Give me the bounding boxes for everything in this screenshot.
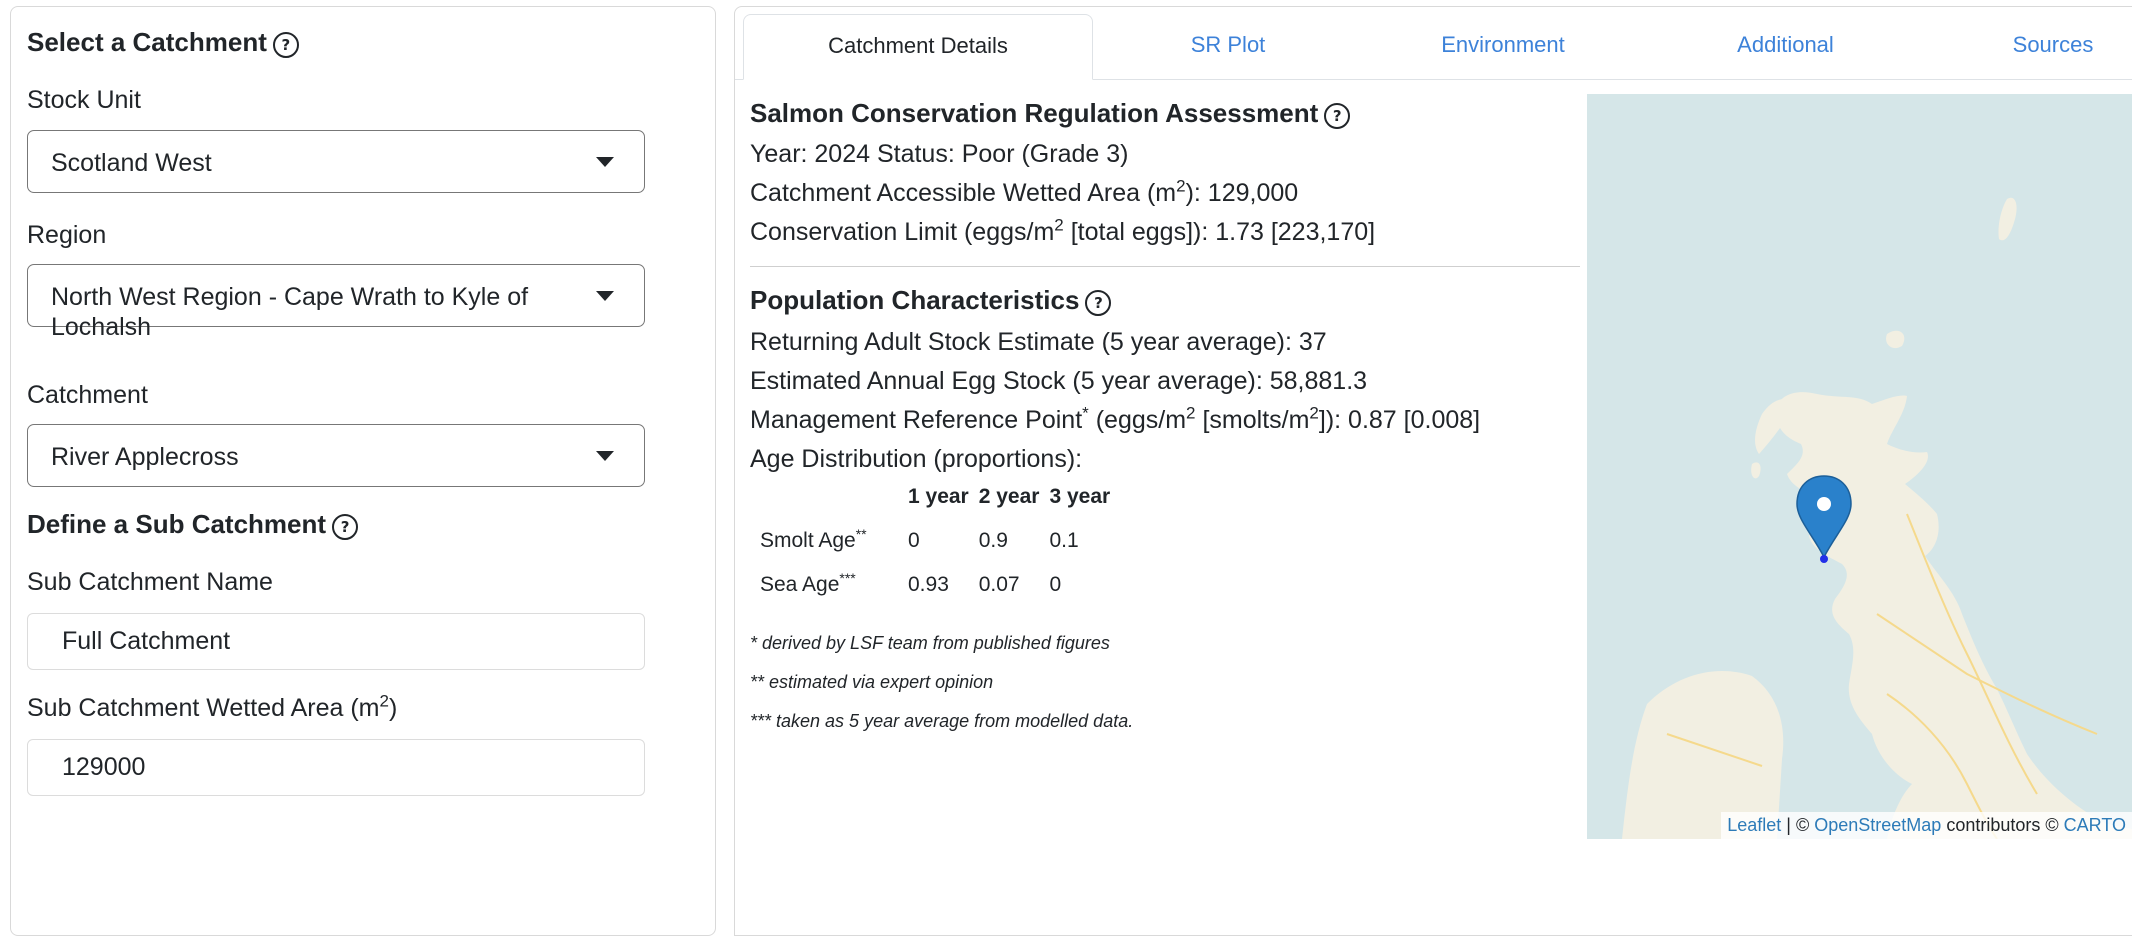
sub-catchment-name-input[interactable] bbox=[27, 613, 645, 670]
orkney-islands bbox=[1886, 330, 1905, 349]
annual-egg-stock: Estimated Annual Egg Stock (5 year avera… bbox=[750, 367, 1368, 395]
row-label: Sea Age*** bbox=[750, 563, 908, 607]
text: | © bbox=[1781, 815, 1815, 835]
carto-link[interactable]: CARTO bbox=[2064, 815, 2126, 835]
text: (eggs/m bbox=[1088, 406, 1187, 434]
select-catchment-heading: Select a Catchment? bbox=[27, 27, 299, 58]
openstreetmap-link[interactable]: OpenStreetMap bbox=[1814, 815, 1941, 835]
superscript: ** bbox=[855, 526, 867, 542]
age-distribution-table: 1 year 2 year 3 year Smolt Age** 0 0.9 0… bbox=[750, 475, 1120, 607]
catchment-map[interactable]: Leaflet | © OpenStreetMap contributors ©… bbox=[1587, 94, 2132, 839]
table-cell: 0.1 bbox=[1049, 529, 1079, 552]
table-row: Smolt Age** 0 0.9 0.1 bbox=[750, 519, 1120, 563]
footnote: * derived by LSF team from published fig… bbox=[750, 633, 1110, 653]
tab-bar: Catchment Details SR Plot Environment Ad… bbox=[735, 7, 2132, 80]
year-status: Year: 2024 Status: Poor (Grade 3) bbox=[750, 140, 1129, 168]
footnote: *** taken as 5 year average from modelle… bbox=[750, 711, 1134, 731]
text: ): 129,000 bbox=[1185, 179, 1299, 207]
help-icon[interactable]: ? bbox=[1324, 103, 1351, 129]
table-header: 3 year bbox=[1049, 485, 1111, 508]
tab-additional[interactable]: Additional bbox=[1643, 14, 1928, 79]
chevron-down-icon bbox=[596, 291, 614, 301]
age-distribution-label: Age Distribution (proportions): bbox=[750, 445, 1083, 473]
table-cell: 0 bbox=[908, 529, 920, 552]
map-tiles[interactable] bbox=[1587, 94, 2132, 839]
table-row: Sea Age*** 0.93 0.07 0 bbox=[750, 563, 1120, 607]
text: Management Reference Point bbox=[750, 406, 1083, 434]
stock-unit-label: Stock Unit bbox=[27, 86, 141, 114]
text: Smolt Age bbox=[760, 529, 856, 552]
region-label: Region bbox=[27, 221, 107, 249]
chevron-down-icon bbox=[596, 157, 614, 167]
leaflet-link[interactable]: Leaflet bbox=[1727, 815, 1781, 835]
sub-catchment-wetted-area-label: Sub Catchment Wetted Area (m2) bbox=[27, 691, 398, 723]
catchment-select[interactable]: River Applecross bbox=[27, 424, 645, 487]
tab-environment[interactable]: Environment bbox=[1363, 14, 1643, 79]
region-select[interactable]: North West Region - Cape Wrath to Kyle o… bbox=[27, 264, 645, 341]
shetland-islands bbox=[1998, 197, 2017, 241]
conservation-limit: Conservation Limit (eggs/m2 [total eggs]… bbox=[750, 215, 1376, 247]
table-header: 2 year bbox=[978, 485, 1040, 508]
table-cell: 0.9 bbox=[978, 529, 1008, 552]
table-cell: 0.93 bbox=[908, 573, 949, 596]
population-title: Population Characteristics bbox=[750, 285, 1080, 315]
tab-catchment-details[interactable]: Catchment Details bbox=[743, 14, 1093, 80]
accessible-wetted-area: Catchment Accessible Wetted Area (m2): 1… bbox=[750, 176, 1299, 208]
marker-center bbox=[1817, 497, 1831, 511]
management-reference-point: Management Reference Point* (eggs/m2 [sm… bbox=[750, 403, 1481, 435]
catchment-label: Catchment bbox=[27, 381, 148, 409]
label-text: Sub Catchment Wetted Area (m bbox=[27, 694, 380, 722]
superscript: 2 bbox=[1186, 403, 1196, 423]
row-label: Smolt Age** bbox=[750, 519, 908, 563]
marker-point bbox=[1820, 555, 1828, 563]
tab-sources[interactable]: Sources bbox=[1928, 14, 2132, 79]
text: Catchment Accessible Wetted Area (m bbox=[750, 179, 1177, 207]
text: Conservation Limit (eggs/m bbox=[750, 218, 1055, 246]
help-icon[interactable]: ? bbox=[332, 514, 359, 540]
text: ]): 0.87 [0.008] bbox=[1318, 406, 1481, 434]
sub-catchment-wetted-area-input[interactable] bbox=[27, 739, 645, 796]
select-catchment-title: Select a Catchment bbox=[27, 27, 267, 57]
superscript: 2 bbox=[1309, 403, 1319, 423]
superscript: 2 bbox=[1054, 215, 1064, 235]
superscript: *** bbox=[839, 570, 856, 586]
label-text: ) bbox=[388, 694, 398, 722]
define-sub-catchment-heading: Define a Sub Catchment? bbox=[27, 509, 359, 540]
tab-sr-plot[interactable]: SR Plot bbox=[1093, 14, 1363, 79]
catchment-value: River Applecross bbox=[51, 443, 239, 471]
table-header bbox=[750, 475, 908, 519]
help-icon[interactable]: ? bbox=[1085, 290, 1112, 316]
britain-landmass bbox=[1777, 392, 2132, 839]
superscript: 2 bbox=[379, 691, 389, 711]
returning-adult-stock: Returning Adult Stock Estimate (5 year a… bbox=[750, 328, 1327, 356]
catchment-selection-panel: Select a Catchment? Stock Unit Scotland … bbox=[10, 6, 716, 936]
superscript: * bbox=[1082, 403, 1089, 423]
island bbox=[1751, 462, 1761, 479]
footnote: ** estimated via expert opinion bbox=[750, 672, 994, 692]
chevron-down-icon bbox=[596, 451, 614, 461]
stock-unit-value: Scotland West bbox=[51, 149, 212, 177]
region-value: North West Region - Cape Wrath to Kyle o… bbox=[51, 283, 529, 341]
text: Sea Age bbox=[760, 573, 840, 596]
population-heading: Population Characteristics? bbox=[750, 285, 1112, 316]
superscript: 2 bbox=[1176, 176, 1186, 196]
assessment-title: Salmon Conservation Regulation Assessmen… bbox=[750, 98, 1319, 128]
define-sub-catchment-title: Define a Sub Catchment bbox=[27, 509, 327, 539]
text: [smolts/m bbox=[1195, 406, 1310, 434]
table-header-row: 1 year 2 year 3 year bbox=[750, 475, 1120, 519]
sub-catchment-name-label: Sub Catchment Name bbox=[27, 568, 273, 596]
table-cell: 0 bbox=[1049, 573, 1062, 596]
assessment-heading: Salmon Conservation Regulation Assessmen… bbox=[750, 98, 1351, 129]
stock-unit-select[interactable]: Scotland West bbox=[27, 130, 645, 193]
map-attribution: Leaflet | © OpenStreetMap contributors ©… bbox=[1721, 812, 2132, 839]
table-cell: 0.07 bbox=[978, 573, 1020, 596]
table-header: 1 year bbox=[908, 485, 969, 508]
help-icon[interactable]: ? bbox=[272, 32, 299, 58]
text: [total eggs]): 1.73 [223,170] bbox=[1063, 218, 1376, 246]
text: contributors © bbox=[1941, 815, 2064, 835]
section-divider bbox=[750, 266, 1580, 267]
